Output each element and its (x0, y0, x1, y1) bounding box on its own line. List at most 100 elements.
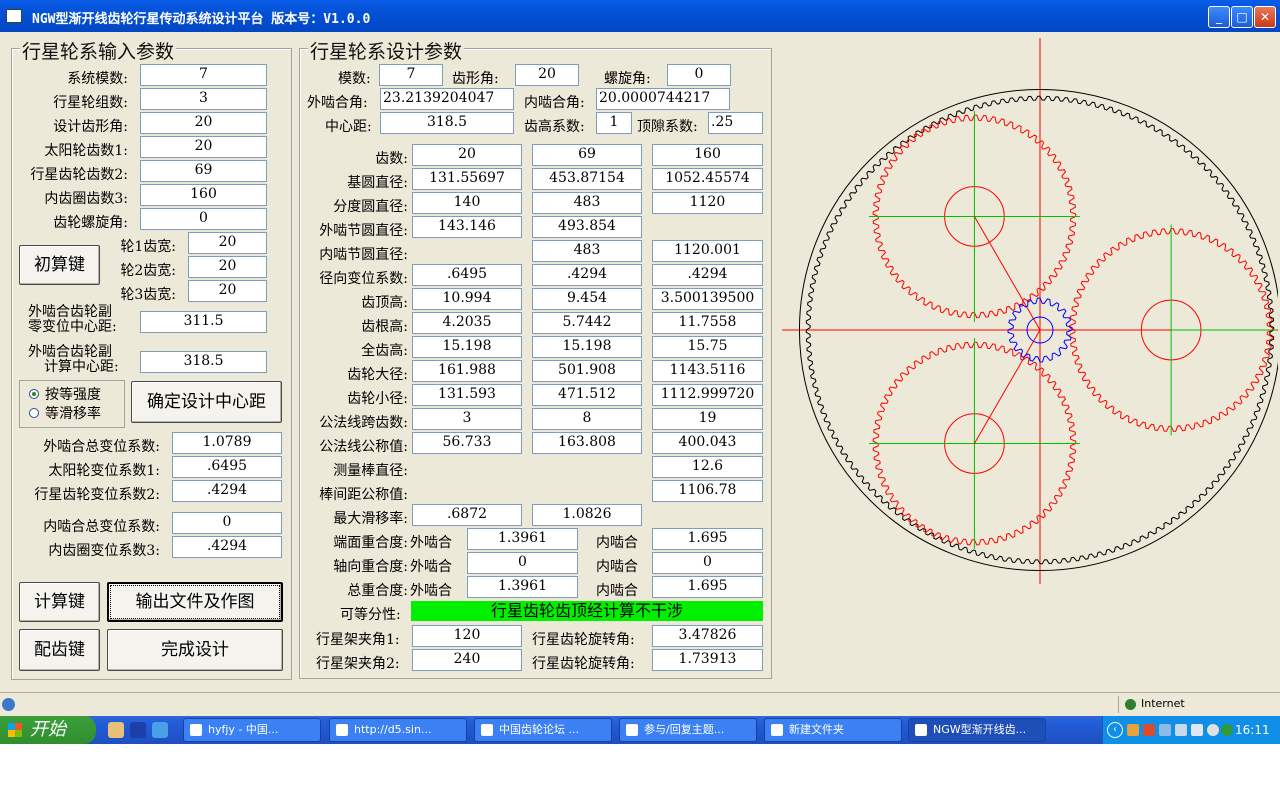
quicklaunch-ie-icon[interactable] (152, 722, 168, 738)
match-teeth-button[interactable]: 配齿键 (19, 629, 100, 671)
addendum-coef-field[interactable]: 1 (596, 112, 632, 134)
carrier-angle2-field[interactable]: 240 (412, 649, 522, 671)
param-cell-3-1[interactable]: 493.854 (532, 216, 642, 238)
init-calc-button[interactable]: 初算键 (19, 245, 100, 285)
quicklaunch-icon-1[interactable] (108, 722, 124, 738)
output-file-and-plot-button[interactable]: 输出文件及作图 (107, 582, 283, 622)
start-button[interactable]: 开始 (0, 716, 96, 744)
input-field-4[interactable]: 69 (140, 160, 267, 182)
carrier-angle1-field[interactable]: 120 (412, 625, 522, 647)
radio-equal-slip[interactable] (29, 408, 39, 418)
module-field[interactable]: 7 (379, 64, 443, 86)
taskbar-task-5[interactable]: NGW型渐开线齿... (908, 718, 1046, 742)
taskbar-task-3[interactable]: 参与/回复主题... (619, 718, 757, 742)
tray-security-icon[interactable] (1221, 724, 1233, 736)
param-cell-11-1[interactable]: 8 (532, 408, 642, 430)
radio-equal-slip-label[interactable]: 等滑移率 (45, 403, 101, 423)
param-cell-1-2[interactable]: 1052.45574 (652, 168, 763, 190)
close-button[interactable]: ✕ (1254, 6, 1276, 28)
param-cell-8-1[interactable]: 15.198 (532, 336, 642, 358)
quicklaunch-icon-2[interactable] (130, 722, 146, 738)
minimize-button[interactable]: _ (1208, 6, 1230, 28)
width-field-1[interactable]: 20 (188, 256, 267, 278)
contact-ext-field-1[interactable]: 0 (467, 552, 578, 574)
taskbar-task-0[interactable]: hyfjy - 中国... (183, 718, 321, 742)
param-cell-2-1[interactable]: 483 (532, 192, 642, 214)
param-cell-2-0[interactable]: 140 (412, 192, 522, 214)
param-cell-1-0[interactable]: 131.55697 (412, 168, 522, 190)
clearance-coef-field[interactable]: .25 (708, 112, 763, 134)
param-cell-5-0[interactable]: .6495 (412, 264, 522, 286)
param-cell-4-2[interactable]: 1120.001 (652, 240, 763, 262)
confirm-center-button[interactable]: 确定设计中心距 (131, 381, 282, 423)
param-cell-7-1[interactable]: 5.7442 (532, 312, 642, 334)
zero-center-field[interactable]: 311.5 (140, 311, 267, 333)
contact-ext-field-2[interactable]: 1.3961 (467, 576, 578, 598)
maximize-button[interactable]: □ (1231, 6, 1253, 28)
param-cell-9-0[interactable]: 161.988 (412, 360, 522, 382)
param-cell-15-0[interactable]: .6872 (412, 504, 522, 526)
title-bar[interactable]: NGW型渐开线齿轮行星传动系统设计平台 版本号：V1.0.0 _ □ ✕ (0, 0, 1280, 32)
center-distance-field[interactable]: 318.5 (380, 112, 514, 134)
param-cell-4-1[interactable]: 483 (532, 240, 642, 262)
ext-total-shift-field[interactable]: 1.0789 (172, 432, 282, 454)
param-cell-9-2[interactable]: 1143.5116 (652, 360, 763, 382)
param-cell-10-2[interactable]: 1112.999720 (652, 384, 763, 406)
param-cell-13-2[interactable]: 12.6 (652, 456, 763, 478)
param-cell-6-1[interactable]: 9.454 (532, 288, 642, 310)
param-cell-12-0[interactable]: 56.733 (412, 432, 522, 454)
contact-int-field-0[interactable]: 1.695 (652, 528, 763, 550)
radio-equal-strength[interactable] (29, 389, 39, 399)
calc-button[interactable]: 计算键 (19, 582, 100, 622)
param-cell-5-2[interactable]: .4294 (652, 264, 763, 286)
param-cell-3-0[interactable]: 143.146 (412, 216, 522, 238)
param-cell-8-0[interactable]: 15.198 (412, 336, 522, 358)
tray-expand-icon[interactable]: ‹ (1107, 722, 1123, 738)
param-cell-8-2[interactable]: 15.75 (652, 336, 763, 358)
param-cell-1-1[interactable]: 453.87154 (532, 168, 642, 190)
param-cell-14-2[interactable]: 1106.78 (652, 480, 763, 502)
planet-rot1-field[interactable]: 3.47826 (652, 625, 763, 647)
tray-network-icon-2[interactable] (1175, 724, 1187, 736)
planet-shift-field[interactable]: .4294 (172, 480, 282, 502)
param-cell-7-0[interactable]: 4.2035 (412, 312, 522, 334)
pressure-angle-field[interactable]: 20 (515, 64, 579, 86)
input-field-2[interactable]: 20 (140, 112, 267, 134)
input-field-6[interactable]: 0 (140, 208, 267, 230)
int-total-shift-field[interactable]: 0 (172, 512, 282, 534)
tray-icon-2[interactable] (1143, 724, 1155, 736)
tray-icon-3[interactable] (1207, 724, 1219, 736)
param-cell-11-2[interactable]: 19 (652, 408, 763, 430)
contact-int-field-2[interactable]: 1.695 (652, 576, 763, 598)
taskbar-task-4[interactable]: 新建文件夹 (764, 718, 902, 742)
input-field-0[interactable]: 7 (140, 64, 267, 86)
param-cell-10-1[interactable]: 471.512 (532, 384, 642, 406)
ext-mesh-angle-field[interactable]: 23.2139204047 (380, 88, 514, 110)
tray-volume-icon[interactable] (1191, 724, 1203, 736)
width-field-0[interactable]: 20 (188, 232, 267, 254)
param-cell-0-2[interactable]: 160 (652, 144, 763, 166)
param-cell-15-1[interactable]: 1.0826 (532, 504, 642, 526)
sun-shift-field[interactable]: .6495 (172, 456, 282, 478)
param-cell-0-0[interactable]: 20 (412, 144, 522, 166)
param-cell-2-2[interactable]: 1120 (652, 192, 763, 214)
taskbar-task-2[interactable]: 中国齿轮论坛 ... (474, 718, 612, 742)
ring-shift-field[interactable]: .4294 (172, 536, 282, 558)
planet-rot2-field[interactable]: 1.73913 (652, 649, 763, 671)
param-cell-7-2[interactable]: 11.7558 (652, 312, 763, 334)
contact-int-field-1[interactable]: 0 (652, 552, 763, 574)
contact-ext-field-0[interactable]: 1.3961 (467, 528, 578, 550)
calc-center-field[interactable]: 318.5 (140, 351, 267, 373)
param-cell-11-0[interactable]: 3 (412, 408, 522, 430)
param-cell-9-1[interactable]: 501.908 (532, 360, 642, 382)
radio-equal-strength-label[interactable]: 按等强度 (45, 384, 101, 404)
input-field-1[interactable]: 3 (140, 88, 267, 110)
int-mesh-angle-field[interactable]: 20.0000744217 (596, 88, 730, 110)
param-cell-12-2[interactable]: 400.043 (652, 432, 763, 454)
param-cell-12-1[interactable]: 163.808 (532, 432, 642, 454)
param-cell-0-1[interactable]: 69 (532, 144, 642, 166)
tray-icon-1[interactable] (1127, 724, 1139, 736)
tray-network-icon[interactable] (1159, 724, 1171, 736)
param-cell-5-1[interactable]: .4294 (532, 264, 642, 286)
param-cell-6-2[interactable]: 3.500139500 (652, 288, 763, 310)
